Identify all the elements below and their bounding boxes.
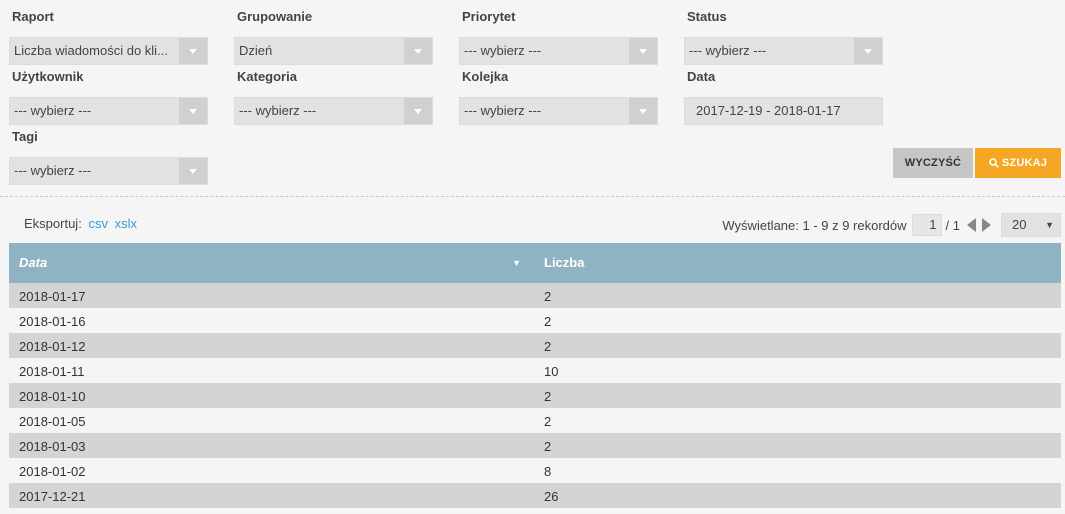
filter-raport: Raport Liczba wiadomości do kli... bbox=[9, 8, 208, 65]
table-row: 2018-01-12 2 bbox=[9, 333, 1061, 358]
cell-date: 2018-01-10 bbox=[19, 389, 86, 404]
filter-label: Raport bbox=[12, 9, 54, 24]
table-row: 2018-01-02 8 bbox=[9, 458, 1061, 483]
raport-select[interactable]: Liczba wiadomości do kli... bbox=[9, 37, 208, 65]
filter-uzytkownik: Użytkownik --- wybierz --- bbox=[9, 68, 208, 125]
select-value: --- wybierz --- bbox=[689, 43, 767, 58]
table-row: 2018-01-05 2 bbox=[9, 408, 1061, 433]
chevron-down-icon[interactable] bbox=[404, 38, 432, 64]
kategoria-select[interactable]: --- wybierz --- bbox=[234, 97, 433, 125]
table-body: 2018-01-17 2 2018-01-16 2 2018-01-12 2 2018-01… bbox=[9, 283, 1061, 508]
chevron-down-icon[interactable] bbox=[404, 98, 432, 124]
cell-count: 8 bbox=[544, 464, 552, 479]
filter-kategoria: Kategoria --- wybierz --- bbox=[234, 68, 433, 125]
export-links: Eksportuj: csv xslx bbox=[24, 216, 137, 231]
cell-count: 2 bbox=[544, 439, 552, 454]
chevron-down-icon[interactable] bbox=[629, 98, 657, 124]
filter-tagi: Tagi --- wybierz --- bbox=[9, 128, 208, 185]
kolejka-select[interactable]: --- wybierz --- bbox=[459, 97, 658, 125]
export-label: Eksportuj: bbox=[24, 216, 82, 231]
column-header-label: Data bbox=[19, 255, 48, 270]
cell-date: 2018-01-02 bbox=[19, 464, 86, 479]
filter-label: Priorytet bbox=[462, 9, 516, 24]
chevron-down-icon[interactable] bbox=[179, 38, 207, 64]
cell-date: 2018-01-03 bbox=[19, 439, 86, 454]
search-icon bbox=[989, 158, 999, 168]
table-row: 2017-12-21 26 bbox=[9, 483, 1061, 508]
page-size-select[interactable]: 20 ▼ bbox=[1001, 213, 1061, 237]
table-row: 2018-01-10 2 bbox=[9, 383, 1061, 408]
chevron-down-icon: ▼ bbox=[1045, 220, 1054, 230]
search-button[interactable]: SZUKAJ bbox=[975, 148, 1061, 178]
page-number-input[interactable]: 1 bbox=[911, 214, 942, 236]
select-value: --- wybierz --- bbox=[464, 43, 542, 58]
search-button-label: SZUKAJ bbox=[1001, 157, 1048, 169]
status-select[interactable]: --- wybierz --- bbox=[684, 37, 883, 65]
triangle-left-icon[interactable] bbox=[966, 218, 976, 232]
select-value: --- wybierz --- bbox=[239, 103, 317, 118]
select-value: Liczba wiadomości do kli... bbox=[14, 43, 168, 58]
cell-date: 2018-01-12 bbox=[19, 339, 86, 354]
cell-date: 2018-01-17 bbox=[19, 289, 86, 304]
cell-date: 2018-01-16 bbox=[19, 314, 86, 329]
cell-count: 2 bbox=[544, 314, 552, 329]
cell-date: 2018-01-11 bbox=[19, 364, 85, 379]
cell-count: 26 bbox=[544, 489, 559, 504]
cell-count: 2 bbox=[544, 414, 552, 429]
chevron-down-icon[interactable] bbox=[179, 98, 207, 124]
filter-label: Status bbox=[687, 9, 727, 24]
grupowanie-select[interactable]: Dzień bbox=[234, 37, 433, 65]
cell-count: 10 bbox=[544, 364, 559, 379]
cell-date: 2017-12-21 bbox=[19, 489, 86, 504]
filter-kolejka: Kolejka --- wybierz --- bbox=[459, 68, 658, 125]
sort-down-icon: ▼ bbox=[512, 258, 521, 268]
filter-label: Użytkownik bbox=[12, 69, 84, 84]
filter-grupowanie: Grupowanie Dzień bbox=[234, 8, 433, 65]
triangle-right-icon[interactable] bbox=[981, 218, 991, 232]
chevron-down-icon[interactable] bbox=[179, 158, 207, 184]
cell-count: 2 bbox=[544, 289, 552, 304]
divider bbox=[0, 196, 1065, 197]
table-row: 2018-01-03 2 bbox=[9, 433, 1061, 458]
table-row: 2018-01-17 2 bbox=[9, 283, 1061, 308]
cell-count: 2 bbox=[544, 339, 552, 354]
filter-label: Kategoria bbox=[237, 69, 297, 84]
pagination: Wyświetlane: 1 - 9 z 9 rekordów 1 / 1 20… bbox=[722, 213, 1061, 237]
filter-label: Tagi bbox=[12, 129, 38, 144]
filter-label: Grupowanie bbox=[237, 9, 313, 24]
filter-label: Kolejka bbox=[462, 69, 509, 84]
tagi-select[interactable]: --- wybierz --- bbox=[9, 157, 208, 185]
clear-button[interactable]: WYCZYŚĆ bbox=[893, 148, 973, 178]
page-size-value: 20 bbox=[1012, 217, 1027, 232]
select-value: --- wybierz --- bbox=[464, 103, 542, 118]
filter-panel: Raport Liczba wiadomości do kli... Grupo… bbox=[0, 0, 1065, 185]
select-value: Dzień bbox=[239, 43, 273, 58]
priorytet-select[interactable]: --- wybierz --- bbox=[459, 37, 658, 65]
table-row: 2018-01-16 2 bbox=[9, 308, 1061, 333]
date-range-input[interactable]: 2017-12-19 - 2018-01-17 bbox=[684, 97, 883, 125]
filter-priorytet: Priorytet --- wybierz --- bbox=[459, 8, 658, 65]
pager-info: Wyświetlane: 1 - 9 z 9 rekordów bbox=[722, 217, 907, 233]
filter-label: Data bbox=[687, 69, 716, 84]
select-value: --- wybierz --- bbox=[14, 103, 92, 118]
page-total: / 1 bbox=[945, 217, 960, 233]
export-csv-link[interactable]: csv bbox=[88, 216, 108, 231]
filter-data: Data 2017-12-19 - 2018-01-17 bbox=[684, 68, 883, 125]
cell-date: 2018-01-05 bbox=[19, 414, 86, 429]
table-row: 2018-01-11 10 bbox=[9, 358, 1061, 383]
chevron-down-icon[interactable] bbox=[854, 38, 882, 64]
table-header: Data ▼ Liczba bbox=[9, 243, 1061, 283]
filter-status: Status --- wybierz --- bbox=[684, 8, 883, 65]
table-toolbar: Eksportuj: csv xslx Wyświetlane: 1 - 9 z… bbox=[0, 210, 1065, 238]
select-value: --- wybierz --- bbox=[14, 163, 92, 178]
column-header-count[interactable]: Liczba bbox=[535, 243, 584, 283]
chevron-down-icon[interactable] bbox=[629, 38, 657, 64]
cell-count: 2 bbox=[544, 389, 552, 404]
report-table: Data ▼ Liczba 2018-01-17 2 2018-01-16 2 2018… bbox=[9, 243, 1061, 508]
export-xslx-link[interactable]: xslx bbox=[115, 216, 137, 231]
column-header-date[interactable]: Data ▼ bbox=[9, 243, 535, 283]
uzytkownik-select[interactable]: --- wybierz --- bbox=[9, 97, 208, 125]
